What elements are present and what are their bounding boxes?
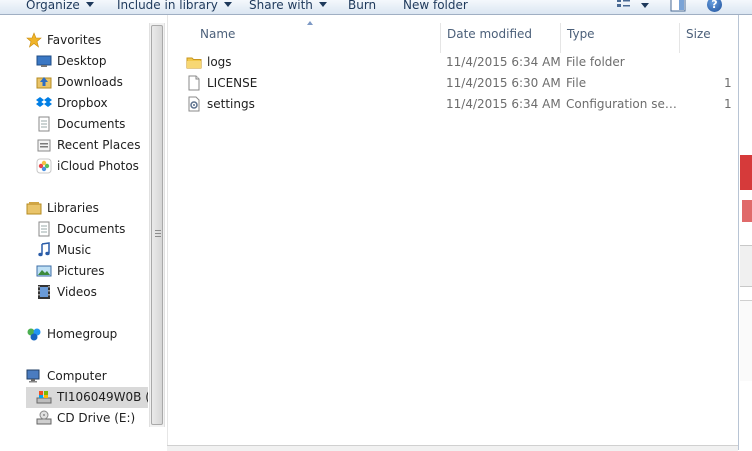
star-icon [26, 31, 42, 48]
background-red-block [740, 155, 752, 190]
cd-drive-icon [36, 410, 52, 426]
nav-scrollbar-thumb[interactable] [151, 25, 163, 425]
nav-homegroup[interactable]: Homegroup [26, 324, 117, 345]
downloads-icon [36, 74, 52, 90]
folder-icon [186, 54, 202, 70]
nav-item-downloads[interactable]: Downloads [36, 72, 123, 93]
documents-icon [36, 221, 52, 237]
libraries-icon [26, 200, 42, 216]
homegroup-icon [26, 326, 42, 342]
column-header-type[interactable]: Type [567, 23, 595, 45]
nav-item-pictures[interactable]: Pictures [36, 261, 105, 282]
nav-item-desktop[interactable]: Desktop [36, 51, 107, 72]
nav-item-recent-places[interactable]: Recent Places [36, 135, 140, 156]
organize-button[interactable]: Organize [26, 0, 94, 14]
new-folder-button[interactable]: New folder [403, 0, 468, 14]
file-name: logs [186, 52, 232, 73]
navigation-pane: Favorites Desktop Downloads Dropbox Docu… [0, 15, 148, 450]
column-separator[interactable] [679, 23, 680, 53]
nav-item-icloud-photos[interactable]: iCloud Photos [36, 156, 139, 177]
nav-favorites[interactable]: Favorites [26, 30, 101, 51]
chevron-down-icon [223, 2, 232, 7]
content-horizontal-scrollbar[interactable] [167, 445, 738, 451]
nav-libraries[interactable]: Libraries [26, 198, 99, 219]
hard-drive-icon [36, 389, 52, 405]
videos-icon [36, 284, 52, 300]
file-date: 11/4/2015 6:34 AM [446, 55, 561, 69]
nav-item-videos[interactable]: Videos [36, 282, 97, 303]
file-size: 1 [724, 97, 732, 111]
icloud-photos-icon [36, 158, 52, 174]
background-red-block [742, 200, 752, 222]
file-icon [186, 75, 202, 91]
file-type: File [566, 76, 587, 90]
include-in-library-button[interactable]: Include in library [117, 0, 232, 14]
sort-ascending-icon [307, 21, 313, 25]
help-icon: ? [711, 0, 718, 11]
grip-line [155, 230, 161, 231]
chevron-down-icon [318, 2, 327, 7]
preview-pane-icon [670, 0, 686, 12]
nav-item-c-drive[interactable]: TI106049W0B (C: [26, 387, 148, 408]
file-date: 11/4/2015 6:34 AM [446, 97, 561, 111]
documents-icon [36, 116, 52, 132]
background-panel [740, 245, 752, 287]
share-with-button[interactable]: Share with [249, 0, 327, 14]
view-options-button[interactable] [616, 0, 650, 14]
file-type: Configuration sett... [566, 97, 678, 111]
column-header-name[interactable]: Name [200, 23, 235, 45]
grip-line [155, 236, 161, 237]
file-row-logs[interactable]: logs 11/4/2015 6:34 AM File folder [168, 52, 739, 73]
burn-button[interactable]: Burn [348, 0, 376, 14]
config-file-icon [186, 96, 202, 112]
chevron-down-icon [85, 2, 94, 7]
pictures-icon [36, 263, 52, 279]
help-button[interactable]: ? [707, 0, 722, 12]
nav-item-documents[interactable]: Documents [36, 114, 125, 135]
nav-item-music[interactable]: Music [36, 240, 91, 261]
preview-pane-button[interactable] [670, 0, 686, 14]
dropbox-icon [36, 95, 52, 111]
column-separator[interactable] [560, 23, 561, 53]
file-size: 1 [724, 76, 732, 90]
nav-item-library-documents[interactable]: Documents [36, 219, 125, 240]
file-date: 11/4/2015 6:30 AM [446, 76, 561, 90]
nav-scrollbar[interactable] [149, 23, 165, 427]
file-name: settings [186, 94, 255, 115]
column-header-date-modified[interactable]: Date modified [447, 23, 532, 45]
column-header-size[interactable]: Size [686, 23, 711, 45]
file-row-settings[interactable]: settings 11/4/2015 6:34 AM Configuration… [168, 94, 739, 115]
details-view-icon [617, 0, 649, 8]
background-window-edge [738, 15, 752, 450]
background-panel [740, 300, 752, 381]
file-list-pane: Name Date modified Type Size logs 11/4/2… [167, 15, 739, 450]
column-separator[interactable] [440, 23, 441, 53]
nav-item-dropbox[interactable]: Dropbox [36, 93, 108, 114]
recent-places-icon [36, 137, 52, 153]
file-name: LICENSE [186, 73, 257, 94]
computer-icon [26, 368, 42, 384]
grip-line [155, 233, 161, 234]
file-type: File folder [566, 55, 625, 69]
file-row-license[interactable]: LICENSE 11/4/2015 6:30 AM File 1 [168, 73, 739, 94]
nav-computer[interactable]: Computer [26, 366, 107, 387]
command-bar: Organize Include in library Share with B… [0, 0, 752, 15]
music-note-icon [36, 241, 52, 258]
nav-item-cd-drive[interactable]: CD Drive (E:) [36, 408, 135, 429]
desktop-icon [36, 53, 52, 69]
